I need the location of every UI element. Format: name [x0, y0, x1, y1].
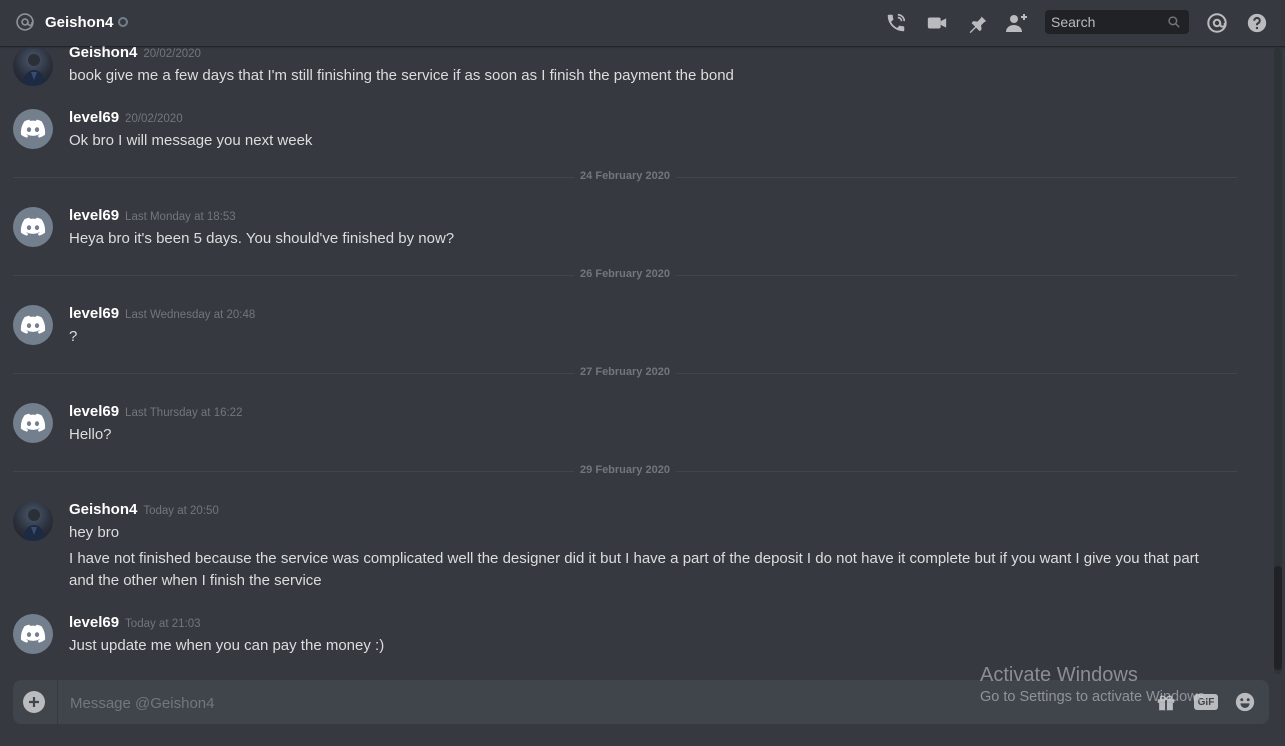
- message-author[interactable]: level69: [69, 305, 119, 322]
- message-timestamp: Last Wednesday at 20:48: [125, 309, 256, 321]
- date-divider: 26 February 2020: [13, 268, 1237, 280]
- message-text: ?: [69, 328, 78, 345]
- search-bar[interactable]: [1045, 10, 1189, 34]
- date-divider-label: 27 February 2020: [574, 366, 676, 378]
- message-author[interactable]: level69: [69, 207, 119, 224]
- discord-logo-icon: [20, 315, 46, 334]
- gif-icon: GIF: [1194, 694, 1218, 710]
- message-author[interactable]: level69: [69, 403, 119, 420]
- search-icon: [1167, 15, 1181, 29]
- video-icon[interactable]: [925, 11, 949, 35]
- discord-logo-icon: [20, 217, 46, 236]
- discord-logo-icon: [20, 624, 46, 643]
- message-text: Hello?: [69, 426, 112, 443]
- message-author[interactable]: level69: [69, 109, 119, 126]
- mention-icon[interactable]: [1205, 11, 1229, 35]
- date-divider: 29 February 2020: [13, 464, 1237, 476]
- date-divider: 27 February 2020: [13, 366, 1237, 378]
- composer-divider: [57, 680, 58, 724]
- message-text: Ok bro I will message you next week: [69, 132, 313, 149]
- message-text: book give me a few days that I'm still f…: [69, 67, 734, 84]
- scrollbar-thumb[interactable]: [1274, 566, 1282, 670]
- at-icon: [15, 12, 35, 32]
- message-timestamp: Last Monday at 18:53: [125, 211, 236, 223]
- help-icon[interactable]: [1245, 11, 1269, 35]
- discord-logo-icon: [20, 119, 46, 138]
- emoji-icon[interactable]: [1233, 690, 1257, 714]
- call-icon[interactable]: [884, 11, 908, 35]
- message-timestamp: Today at 20:50: [143, 505, 219, 517]
- message-timestamp: Last Thursday at 16:22: [125, 407, 243, 419]
- channel-name: Geishon4: [45, 14, 114, 31]
- message-author[interactable]: level69: [69, 614, 119, 631]
- date-divider-label: 26 February 2020: [574, 268, 676, 280]
- message-author[interactable]: Geishon4: [69, 44, 137, 61]
- date-divider: 24 February 2020: [13, 170, 1237, 182]
- upload-button[interactable]: [23, 691, 45, 713]
- status-indicator: [118, 17, 128, 27]
- message-text: hey bro: [69, 524, 120, 541]
- avatar[interactable]: [13, 501, 53, 541]
- message-timestamp: 20/02/2020: [143, 48, 201, 60]
- add-friend-icon[interactable]: [1005, 11, 1029, 35]
- avatar[interactable]: [13, 46, 53, 86]
- discord-logo-icon: [20, 413, 46, 432]
- scrollbar-track[interactable]: [1274, 48, 1282, 674]
- message-text: Just update me when you can pay the mone…: [69, 637, 385, 654]
- message-text: Heya bro it's been 5 days. You should've…: [69, 230, 455, 247]
- avatar[interactable]: [13, 109, 53, 149]
- search-input[interactable]: [1045, 13, 1163, 31]
- avatar[interactable]: [13, 207, 53, 247]
- message-list: Geishon4 20/02/2020 book give me a few da…: [0, 44, 1272, 670]
- message-author[interactable]: Geishon4: [69, 501, 137, 518]
- message-composer: GIF: [13, 680, 1269, 724]
- gif-button[interactable]: GIF: [1194, 690, 1218, 714]
- message-input[interactable]: [68, 691, 952, 715]
- plus-icon: [29, 697, 39, 707]
- message-timestamp: Today at 21:03: [125, 618, 201, 630]
- avatar[interactable]: [13, 305, 53, 345]
- message-text: I have not finished because the service …: [69, 550, 1199, 589]
- gift-icon[interactable]: [1154, 690, 1178, 714]
- avatar[interactable]: [13, 614, 53, 654]
- message-timestamp: 20/02/2020: [125, 113, 183, 125]
- avatar[interactable]: [13, 403, 53, 443]
- channel-header: Geishon4: [0, 0, 1285, 46]
- date-divider-label: 24 February 2020: [574, 170, 676, 182]
- date-divider-label: 29 February 2020: [574, 464, 676, 476]
- pin-icon[interactable]: [965, 11, 989, 35]
